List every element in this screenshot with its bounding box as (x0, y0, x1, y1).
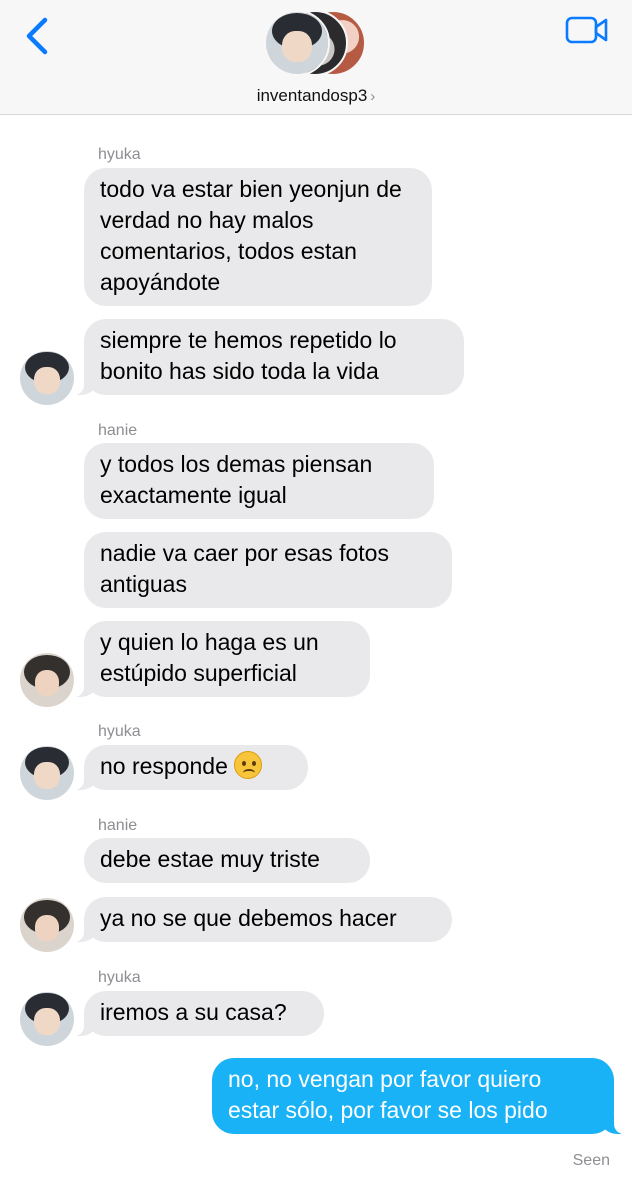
message-text: y todos los demas piensan exactamente ig… (100, 451, 373, 508)
sender-name: hanie (98, 817, 138, 834)
sender-name: hanie (98, 422, 138, 439)
chevron-left-icon (26, 17, 48, 55)
message-text: no, no vengan por favor quiero estar sól… (228, 1066, 548, 1123)
conversation-name: inventandosp3 (256, 86, 368, 105)
message-text: siempre te hemos repetido lo bonito has … (100, 327, 397, 384)
message-bubble[interactable]: debe estae muy triste (84, 838, 370, 883)
message-bubble[interactable]: ya no se que debemos hacer (74, 897, 452, 942)
avatar[interactable] (20, 992, 74, 1046)
avatar[interactable] (20, 746, 74, 800)
avatar[interactable] (20, 351, 74, 405)
message-text: debe estae muy triste (100, 846, 320, 872)
message-text: y quien lo haga es un estúpido superfici… (100, 629, 319, 686)
sender-name: hyuka (98, 146, 141, 163)
message-text: todo va estar bien yeonjun de verdad no … (100, 176, 402, 295)
message-bubble[interactable]: y todos los demas piensan exactamente ig… (84, 443, 434, 519)
back-button[interactable] (18, 14, 58, 58)
message-bubble[interactable]: siempre te hemos repetido lo bonito has … (74, 319, 464, 395)
avatar[interactable] (20, 653, 74, 707)
sender-name: hyuka (98, 969, 141, 986)
video-call-button[interactable] (564, 14, 610, 48)
seen-status: Seen (572, 1152, 610, 1169)
message-bubble[interactable]: iremos a su casa? (74, 991, 324, 1036)
video-camera-icon (565, 16, 608, 44)
chevron-right-icon: › (370, 88, 376, 105)
sender-name: hyuka (98, 723, 141, 740)
message-text: no responde (100, 753, 228, 779)
avatar[interactable] (20, 898, 74, 952)
message-bubble[interactable]: todo va estar bien yeonjun de verdad no … (84, 168, 432, 306)
message-bubble[interactable]: no responde (74, 745, 308, 790)
message-bubble[interactable]: nadie va caer por esas fotos antiguas (84, 532, 452, 608)
message-bubble[interactable]: y quien lo haga es un estúpido superfici… (74, 621, 370, 697)
outgoing-message-bubble[interactable]: no, no vengan por favor quiero estar sól… (212, 1058, 624, 1134)
conversation-title[interactable]: inventandosp3 › (0, 86, 632, 106)
message-text: ya no se que debemos hacer (100, 905, 397, 931)
message-text: iremos a su casa? (100, 999, 287, 1025)
message-text: nadie va caer por esas fotos antiguas (100, 540, 389, 597)
member-avatar (264, 10, 330, 76)
conversation-header: inventandosp3 › (0, 0, 632, 115)
frowning-face-emoji (233, 751, 262, 779)
group-avatar[interactable] (264, 10, 368, 78)
